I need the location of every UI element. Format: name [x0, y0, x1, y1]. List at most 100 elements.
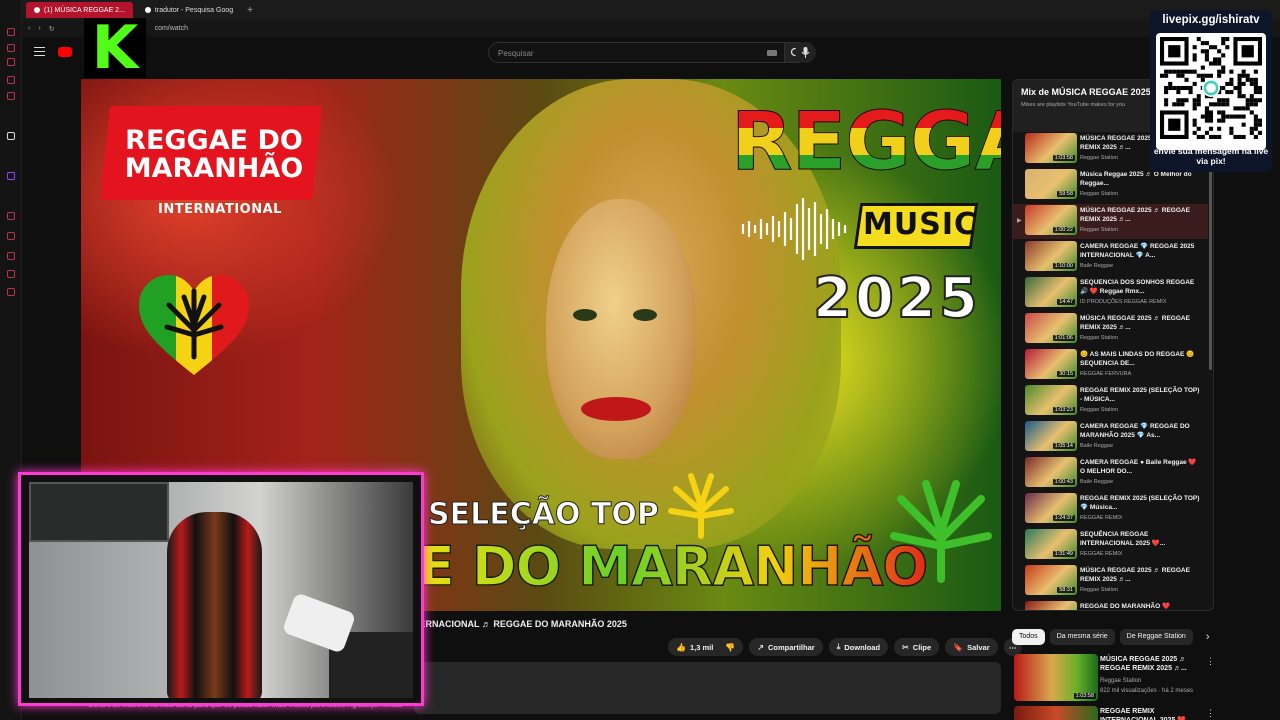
playlist-item-title[interactable]: CAMERA REGGAE ● Baile Reggae ❤️ O MELHOR…: [1080, 458, 1200, 476]
sidebar-extensions-icon[interactable]: [7, 270, 15, 278]
search-input[interactable]: Pesquisar: [488, 42, 786, 63]
playlist-item[interactable]: 1:00:43 CAMERA REGGAE ● Baile Reggae ❤️ O…: [1013, 456, 1208, 491]
save-label: Salvar: [967, 642, 990, 652]
playlist-item-title[interactable]: SEQUÊNCIA REGGAE INTERNACIONAL 2025 ❤️..…: [1080, 530, 1200, 548]
chip-all[interactable]: Todos: [1012, 628, 1045, 645]
recommended-duration: 1:03:58: [1073, 693, 1096, 699]
sidebar-shopping-icon[interactable]: [7, 58, 15, 66]
playlist-item-channel: REGGAE REMIX: [1080, 551, 1123, 557]
reload-icon[interactable]: ↻: [49, 25, 55, 33]
recommended-item[interactable]: REGGAE REMIX INTERNACIONAL 2025 ❤️... ⋮: [1014, 706, 1274, 720]
playlist-item-title[interactable]: CAMERA REGGAE 💎 REGGAE DO MARANHÃO 2025 …: [1080, 422, 1200, 440]
playlist-item-thumbnail[interactable]: [1025, 601, 1077, 610]
new-tab-button[interactable]: +: [247, 5, 253, 16]
playlist-item-thumbnail[interactable]: 59:58: [1025, 169, 1077, 199]
voice-search-button[interactable]: [795, 42, 816, 63]
playlist-item-duration: 1:31:49: [1052, 551, 1075, 557]
playlist-item-thumbnail[interactable]: 30:15: [1025, 349, 1077, 379]
playlist-item[interactable]: 1:01:06 MÚSICA REGGAE 2025 ♬ REGGAE REMIX…: [1013, 312, 1208, 347]
recommended-menu-icon[interactable]: ⋮: [1206, 708, 1215, 719]
like-button[interactable]: 👍 1,3 mil 👎: [668, 638, 744, 656]
recommended-title[interactable]: REGGAE REMIX INTERNACIONAL 2025 ❤️...: [1100, 707, 1210, 720]
clip-button[interactable]: ✂ Clipe: [894, 638, 940, 656]
playlist-item-title[interactable]: REGGAE REMIX 2025 (SELEÇÃO TOP) - MÚSICA…: [1080, 386, 1200, 404]
back-icon[interactable]: ‹: [28, 25, 30, 32]
playlist-item[interactable]: 1:05:14 CAMERA REGGAE 💎 REGGAE DO MARANHÃ…: [1013, 420, 1208, 455]
keyboard-icon[interactable]: [767, 50, 777, 56]
webcam-gaming-chair: [167, 512, 262, 698]
playlist-item[interactable]: 1:24:37 REGGAE REMIX 2025 (SELEÇÃO TOP) 💎…: [1013, 492, 1208, 527]
playlist-item-title[interactable]: REGGAE REMIX 2025 (SELEÇÃO TOP) 💎 Música…: [1080, 494, 1200, 512]
playlist-item-thumbnail[interactable]: 14:47: [1025, 277, 1077, 307]
playlist-item-title[interactable]: 😊 AS MAIS LINDAS DO REGGAE 😊 SEQUENCIA D…: [1080, 350, 1200, 368]
share-button[interactable]: ↗ Compartilhar: [749, 638, 823, 656]
playlist-item[interactable]: 30:15 😊 AS MAIS LINDAS DO REGGAE 😊 SEQUEN…: [1013, 348, 1208, 383]
playlist-item-title[interactable]: CAMERA REGGAE 💎 REGGAE 2025 INTERNACIONA…: [1080, 242, 1200, 260]
playlist-item-thumbnail[interactable]: 1:03:23: [1025, 385, 1077, 415]
sidebar-aria-icon[interactable]: [7, 132, 15, 140]
playlist-item-channel: REGGAE REMIX: [1080, 515, 1123, 521]
playlist-item-thumbnail[interactable]: 1:24:37: [1025, 493, 1077, 523]
playlist-item-thumbnail[interactable]: 1:31:49: [1025, 529, 1077, 559]
recommended-channel[interactable]: Reggae Station: [1100, 678, 1141, 684]
playlist-item-title[interactable]: REGGAE DO MARANHÃO ❤️: [1080, 602, 1200, 610]
thumbs-up-icon: 👍: [676, 642, 686, 652]
playlist-item[interactable]: 1:03:23 REGGAE REMIX 2025 (SELEÇÃO TOP) -…: [1013, 384, 1208, 419]
playlist-item-title[interactable]: MÚSICA REGGAE 2025 ♬ REGGAE REMIX 2025 ♬…: [1080, 566, 1200, 584]
tab-google[interactable]: tradutor - Pesquisa Goog: [137, 2, 241, 18]
chips-next-icon[interactable]: ›: [1206, 631, 1210, 643]
playlist-item[interactable]: ▶ 1:00:22 MÚSICA REGGAE 2025 ♬ REGGAE REMI…: [1013, 204, 1208, 239]
playlist-item-duration: 1:03:58: [1052, 155, 1075, 161]
thumbs-down-icon[interactable]: 👎: [725, 643, 735, 652]
recommended-item[interactable]: 1:03:58 MÚSICA REGGAE 2025 ♬ REGGAE REMI…: [1014, 654, 1274, 704]
playlist-item-thumbnail[interactable]: 1:00:43: [1025, 457, 1077, 487]
kick-logo: K: [84, 18, 146, 78]
sidebar-settings-icon[interactable]: [7, 288, 15, 296]
sidebar-home-icon[interactable]: [7, 28, 15, 36]
playlist-item-duration: 30:15: [1057, 371, 1075, 377]
playlist-item[interactable]: 14:47 SEQUENCIA DOS SONHOS REGGAE 🔊 ❤️ Re…: [1013, 276, 1208, 311]
url-field[interactable]: com/watch: [155, 25, 188, 32]
sidebar-messenger-icon[interactable]: [7, 76, 15, 84]
playlist-item-title[interactable]: MÚSICA REGGAE 2025 ♬ REGGAE REMIX 2025 ♬…: [1080, 314, 1200, 332]
download-button[interactable]: ⤓ Download: [828, 638, 889, 656]
playlist-item-title[interactable]: MÚSICA REGGAE 2025 ♬ REGGAE REMIX 2025 ♬…: [1080, 206, 1200, 224]
sidebar-bag-icon[interactable]: [7, 44, 15, 52]
selecao-label: SELEÇÃO TOP: [428, 497, 660, 533]
recommended-thumbnail[interactable]: [1014, 706, 1098, 720]
sidebar-twitch-icon[interactable]: [7, 172, 15, 180]
save-button[interactable]: 🔖 Salvar: [945, 638, 998, 656]
menu-icon[interactable]: [34, 47, 45, 56]
playlist-item-thumbnail[interactable]: 1:01:06: [1025, 313, 1077, 343]
description-box[interactable]: [414, 662, 1001, 714]
playlist-item-thumbnail[interactable]: 1:10:00: [1025, 241, 1077, 271]
playlist-item[interactable]: 1:10:00 CAMERA REGGAE 💎 REGGAE 2025 INTER…: [1013, 240, 1208, 275]
forward-icon[interactable]: ›: [38, 25, 40, 32]
international-label: INTERNATIONAL: [158, 202, 282, 217]
playlist-item-thumbnail[interactable]: 1:03:58: [1025, 133, 1077, 163]
playlist-item-thumbnail[interactable]: 1:00:22: [1025, 205, 1077, 235]
playlist-item[interactable]: 58:31 MÚSICA REGGAE 2025 ♬ REGGAE REMIX 2…: [1013, 564, 1208, 599]
playlist-item-thumbnail[interactable]: 1:05:14: [1025, 421, 1077, 451]
recommended-title[interactable]: MÚSICA REGGAE 2025 ♬ REGGAE REMIX 2025 ♬…: [1100, 655, 1210, 673]
playlist-item[interactable]: REGGAE DO MARANHÃO ❤️: [1013, 600, 1208, 610]
chip-channel[interactable]: De Reggae Station: [1119, 628, 1193, 645]
playlist-item-title[interactable]: SEQUENCIA DOS SONHOS REGGAE 🔊 ❤️ Reggae …: [1080, 278, 1200, 296]
recommended-thumbnail[interactable]: 1:03:58: [1014, 654, 1098, 701]
reggae-headline: REGGAE: [730, 100, 1001, 183]
playlist-item-thumbnail[interactable]: 58:31: [1025, 565, 1077, 595]
leaf-icon: [668, 473, 734, 539]
playlist-item[interactable]: 59:58 Música Reggae 2025 ♬ O Melhor do Re…: [1013, 168, 1208, 203]
search-placeholder: Pesquisar: [498, 49, 534, 58]
sidebar-instagram-icon[interactable]: [7, 92, 15, 100]
sidebar-clock-icon[interactable]: [7, 252, 15, 260]
youtube-logo[interactable]: [58, 47, 72, 57]
playlist-item[interactable]: 1:31:49 SEQUÊNCIA REGGAE INTERNACIONAL 20…: [1013, 528, 1208, 563]
playlist-item-title[interactable]: Música Reggae 2025 ♬ O Melhor do Reggae.…: [1080, 170, 1200, 188]
chip-same-series[interactable]: Da mesma série: [1049, 628, 1115, 645]
playlist-item-duration: 58:31: [1057, 587, 1075, 593]
badge-line1: REGGAE DO: [125, 125, 303, 156]
sidebar-history-icon[interactable]: [7, 212, 15, 220]
sidebar-bookmarks-icon[interactable]: [7, 232, 15, 240]
recommended-menu-icon[interactable]: ⋮: [1206, 656, 1215, 667]
